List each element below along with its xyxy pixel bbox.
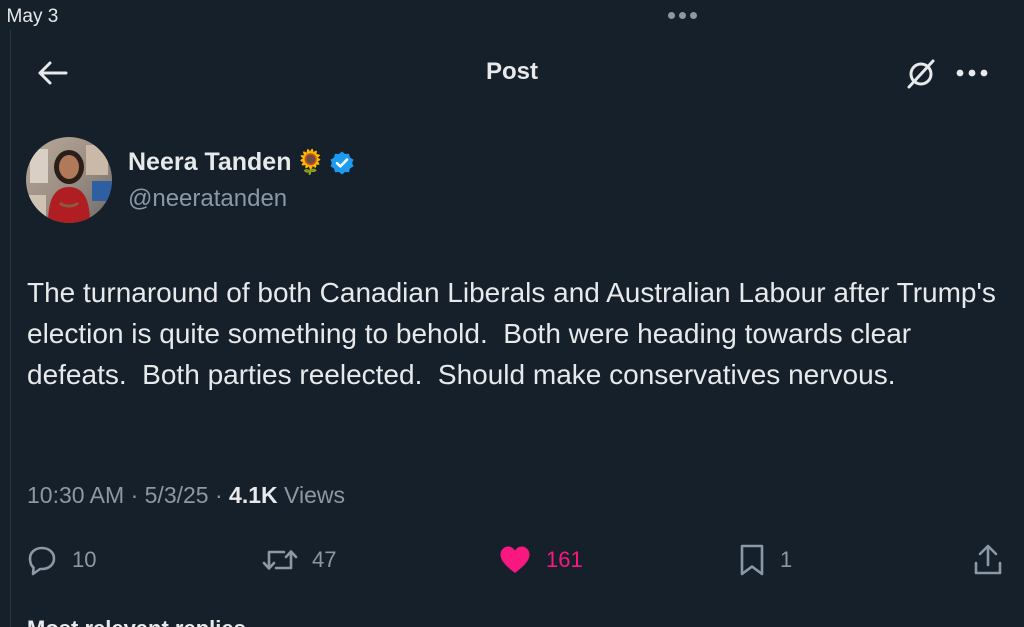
meta-separator: · (124, 482, 145, 508)
bookmark-button[interactable]: 1 (738, 540, 792, 580)
meta-separator-2: · (208, 482, 230, 508)
like-button[interactable]: 161 (498, 540, 583, 580)
repost-button[interactable]: 47 (262, 540, 336, 580)
post-meta: 10:30 AM · 5/3/25 · 4.1K Views (27, 482, 345, 509)
avatar[interactable] (26, 137, 112, 223)
status-bar: : May 3 (0, 0, 1024, 34)
post-text: The turnaround of both Canadian Liberals… (27, 277, 1004, 390)
grok-icon (907, 59, 935, 89)
status-date: : May 3 (0, 6, 59, 27)
reply-icon (28, 546, 56, 576)
multitask-dots-icon[interactable] (668, 12, 697, 19)
reply-button[interactable]: 10 (26, 540, 96, 580)
author-name[interactable]: Neera Tanden (128, 148, 291, 177)
page-header: Post (0, 44, 1024, 102)
like-count: 161 (546, 547, 583, 572)
views-label[interactable]: Views (278, 482, 345, 508)
author-handle[interactable]: @neeratanden (128, 185, 287, 213)
grok-button[interactable] (902, 56, 940, 92)
page-title: Post (485, 58, 538, 85)
bookmark-count: 1 (780, 547, 793, 572)
reply-count: 10 (72, 547, 97, 572)
replies-sort-label[interactable]: Most relevant replies (27, 616, 246, 627)
post-time[interactable]: 10:30 AM (27, 482, 124, 508)
tweet-detail-screen: : May 3 Post Neera Tanden 🌻 @neeratanden… (0, 0, 1024, 627)
verified-badge-icon (330, 151, 354, 174)
heart-filled-icon (500, 546, 530, 573)
more-horizontal-icon (956, 69, 988, 77)
sunflower-emoji: 🌻 (295, 149, 326, 176)
share-button[interactable] (972, 540, 1004, 580)
views-count[interactable]: 4.1K (229, 482, 278, 508)
repost-icon (262, 550, 298, 570)
author-name-row: Neera Tanden 🌻 (128, 148, 355, 177)
split-divider (10, 30, 11, 627)
repost-count: 47 (312, 547, 337, 572)
share-icon (974, 544, 1002, 575)
more-options-button[interactable] (952, 56, 992, 90)
post-date[interactable]: 5/3/25 (145, 482, 209, 508)
action-bar: 10 47 161 1 (0, 540, 1024, 580)
bookmark-icon (740, 544, 764, 576)
